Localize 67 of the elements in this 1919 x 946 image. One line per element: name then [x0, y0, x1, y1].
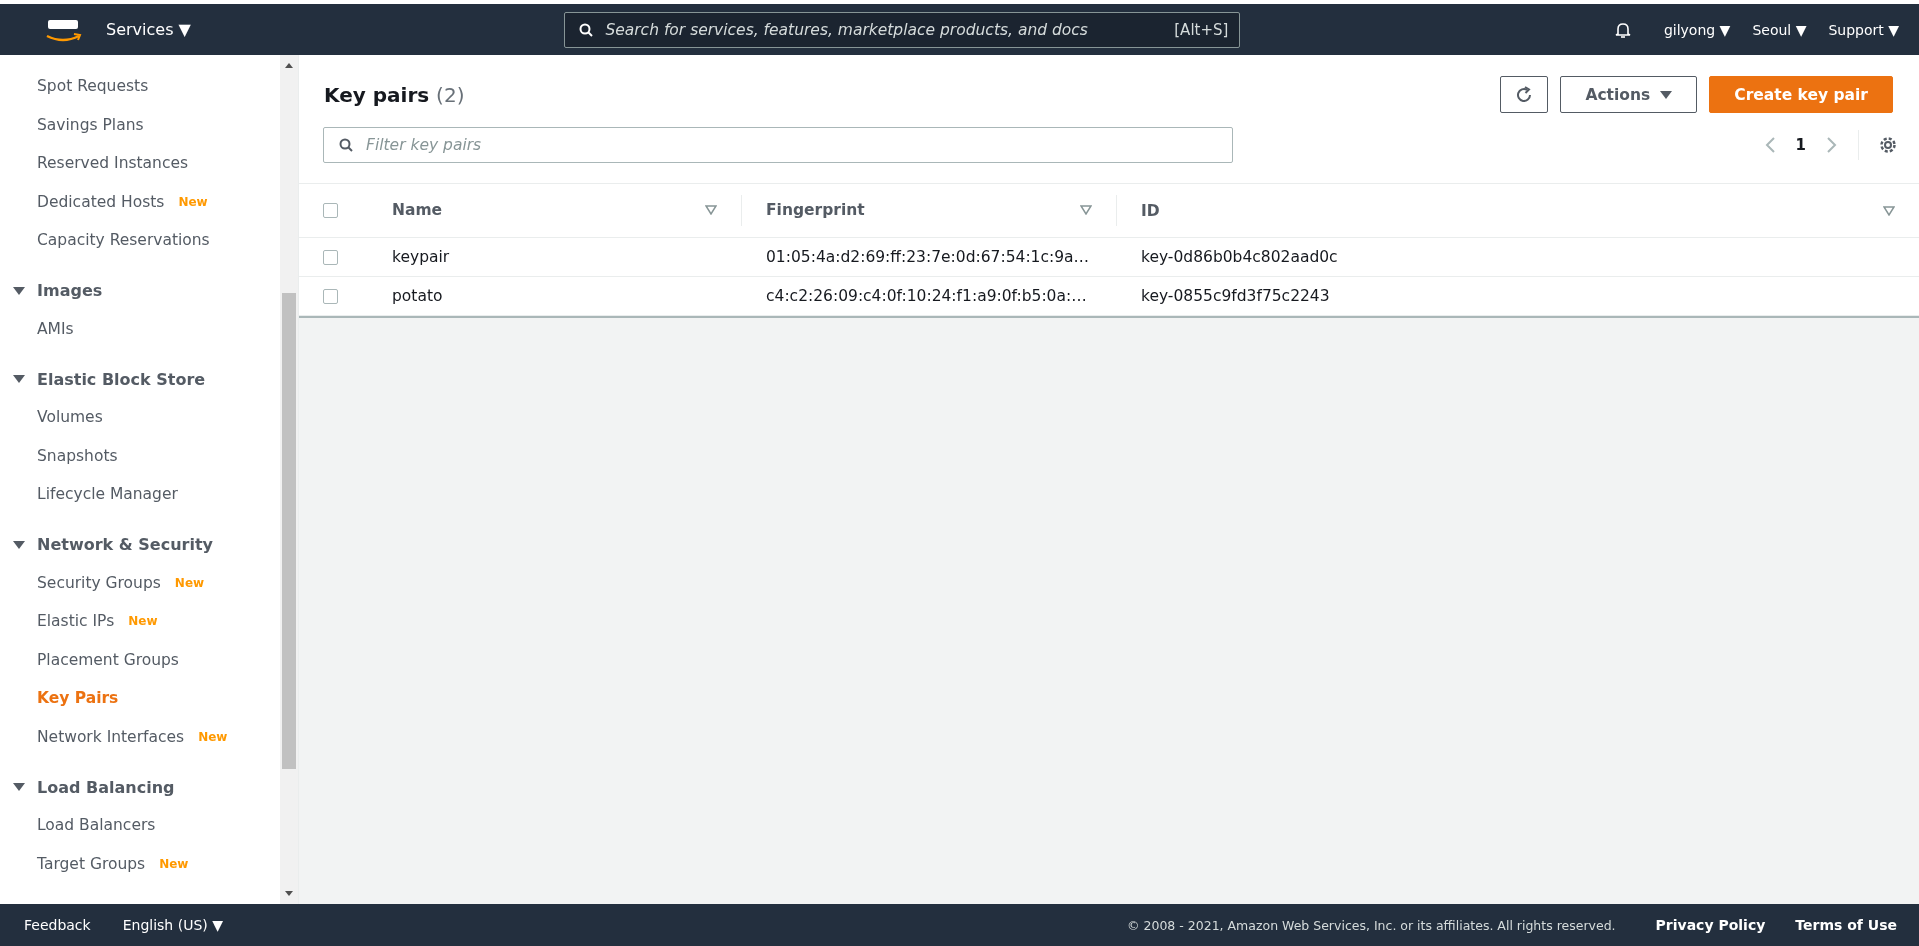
top-menu[interactable]: Support ▼ [1828, 21, 1899, 38]
top-menu[interactable]: gilyong ▼ [1663, 21, 1731, 38]
footer-link[interactable]: Terms of Use [1795, 917, 1897, 933]
sidebar-item[interactable]: Dedicated Hosts [37, 192, 165, 211]
caret-icon [13, 782, 25, 792]
caret-icon [13, 285, 25, 296]
prev-icon [1763, 136, 1776, 154]
next-icon [1826, 136, 1838, 154]
row-checkbox[interactable] [323, 288, 338, 304]
caret-icon [13, 539, 25, 550]
page-number[interactable]: 1 [1795, 136, 1806, 154]
sort-icon [1883, 205, 1895, 216]
actions-button[interactable]: Actions [1560, 76, 1698, 113]
row-checkbox[interactable] [323, 249, 338, 265]
new-label: New [174, 575, 205, 590]
sidebar-section[interactable]: Load Balancing [0, 768, 280, 806]
sidebar-section[interactable]: Images [0, 271, 280, 310]
refresh-icon [1515, 85, 1534, 104]
sidebar-item[interactable]: Target Groups [37, 854, 146, 873]
shortcut-hint: [Alt+S] [1174, 20, 1229, 39]
sidebar-section[interactable]: Elastic Block Store [0, 360, 280, 398]
feedback-link[interactable]: Feedback [24, 917, 91, 933]
sidebar-item[interactable]: Network Interfaces [37, 727, 185, 746]
sort-icon [705, 205, 717, 216]
search-icon [579, 22, 594, 37]
language-menu[interactable]: English (US) ▼ [122, 917, 223, 933]
select-all-checkbox[interactable] [323, 203, 338, 218]
sidebar-item[interactable]: Volumes [37, 408, 103, 427]
column-header[interactable]: Fingerprint [766, 201, 865, 220]
sidebar-item[interactable]: Load Balancers [37, 816, 156, 835]
sidebar-item[interactable]: Security Groups [37, 573, 161, 592]
bell-icon[interactable] [1613, 20, 1632, 39]
table-cell: c4:c2:26:09:c4:0f:10:24:f1:a9:0f:b5:0a:… [766, 287, 1087, 305]
settings-icon[interactable] [1879, 136, 1897, 154]
sidebar-item[interactable]: AMIs [37, 319, 74, 338]
copyright-text: © 2008 - 2021, Amazon Web Services, Inc. or its affiliates. All rights reserved. [1127, 917, 1616, 933]
caret-icon [1660, 89, 1673, 100]
new-label: New [159, 856, 189, 871]
caret-icon [13, 374, 25, 384]
sort-icon [1080, 205, 1092, 216]
new-label: New [198, 729, 228, 744]
new-label: New [178, 194, 208, 209]
column-header[interactable]: Name [392, 201, 443, 220]
services-menu[interactable]: Services ▼ [106, 20, 191, 39]
table-cell: 01:05:4a:d2:69:ff:23:7e:0d:67:54:1c:9a… [766, 248, 1090, 266]
column-header[interactable]: ID [1141, 201, 1160, 220]
top-menu[interactable]: Seoul ▼ [1752, 21, 1807, 38]
filter-field[interactable]: Filter key pairs [323, 127, 1233, 163]
scrollbar[interactable] [280, 55, 298, 904]
sidebar-item[interactable]: Snapshots [37, 446, 118, 465]
sidebar-item[interactable]: Savings Plans [37, 115, 144, 134]
sidebar-item[interactable]: Placement Groups [37, 650, 179, 669]
sidebar-section[interactable]: Network & Security [0, 525, 280, 564]
table-cell: keypair [392, 248, 450, 266]
table-cell: key-0d86b0b4c802aad0c [1141, 248, 1338, 266]
refresh-button[interactable] [1500, 76, 1549, 113]
sidebar-item[interactable]: Spot Requests [37, 77, 149, 96]
sidebar-item[interactable]: Capacity Reservations [37, 231, 210, 250]
sidebar-item[interactable]: Elastic IPs [37, 612, 115, 631]
table-cell: key-0855c9fd3f75c2243 [1141, 287, 1330, 305]
search-icon [339, 138, 353, 152]
page-title: Key pairs (2) [324, 82, 465, 107]
footer-link[interactable]: Privacy Policy [1655, 917, 1766, 933]
table-cell: potato [392, 287, 443, 305]
sidebar-item[interactable]: Reserved Instances [37, 154, 189, 173]
new-label: New [128, 614, 158, 629]
sidebar-item[interactable]: Lifecycle Manager [37, 485, 178, 504]
